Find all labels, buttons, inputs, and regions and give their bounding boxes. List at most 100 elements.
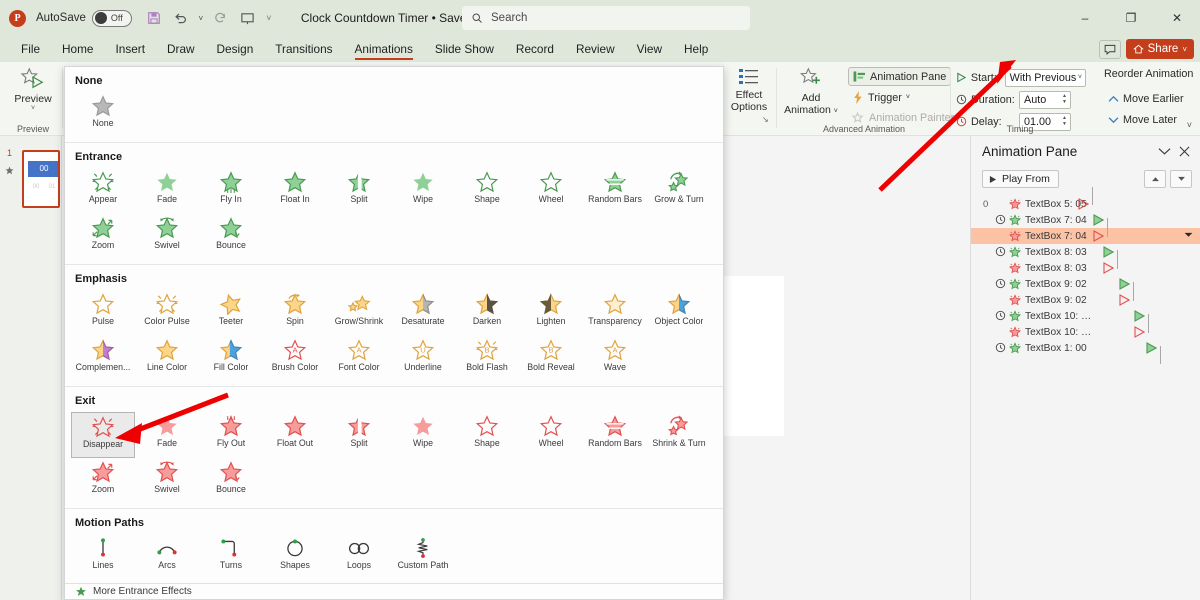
- effect-fly-out[interactable]: Fly Out: [199, 412, 263, 458]
- autosave-toggle[interactable]: Off: [91, 9, 132, 27]
- undo-dropdown-icon[interactable]: ˅: [196, 6, 206, 30]
- effect-none[interactable]: None: [71, 92, 135, 138]
- animation-list-item[interactable]: TextBox 10: …: [971, 308, 1200, 332]
- redo-icon[interactable]: [209, 6, 233, 30]
- add-animation-chevron-down-icon[interactable]: ˅: [834, 108, 838, 115]
- effect-transparency[interactable]: Transparency: [583, 290, 647, 336]
- effect-loops[interactable]: Loops: [327, 534, 391, 580]
- comments-button[interactable]: [1098, 39, 1121, 59]
- animation-list-item[interactable]: TextBox 1: 00: [971, 340, 1200, 364]
- tab-view[interactable]: View: [626, 36, 673, 62]
- trigger-chevron-down-icon[interactable]: ˅: [906, 94, 910, 101]
- effect-wipe[interactable]: Wipe: [391, 168, 455, 214]
- effect-wipe[interactable]: Wipe: [391, 412, 455, 458]
- move-later-button[interactable]: Move Later: [1104, 110, 1181, 129]
- animation-list-item[interactable]: TextBox 8: 03: [971, 251, 1200, 277]
- effect-options-button[interactable]: Effect Options: [726, 62, 772, 113]
- effect-appear[interactable]: Appear: [71, 168, 135, 214]
- animation-list-item[interactable]: 0 TextBox 5: 05: [971, 187, 1200, 213]
- close-icon[interactable]: [1174, 141, 1194, 161]
- effect-swivel[interactable]: Swivel: [135, 458, 199, 504]
- preview-button[interactable]: Preview ˅: [6, 62, 60, 112]
- minimize-button[interactable]: –: [1062, 0, 1108, 36]
- chevron-down-icon[interactable]: [1154, 141, 1174, 161]
- tab-design[interactable]: Design: [206, 36, 265, 62]
- effect-arcs[interactable]: Arcs: [135, 534, 199, 580]
- effect-pulse[interactable]: Pulse: [71, 290, 135, 336]
- effect-complemen[interactable]: Complemen...: [71, 336, 135, 382]
- timeline-duration-marker[interactable]: [1119, 278, 1131, 293]
- preview-chevron-down-icon[interactable]: ˅: [31, 105, 35, 112]
- effect-zoom[interactable]: Zoom: [71, 458, 135, 504]
- animation-list-item[interactable]: TextBox 7: 04: [971, 219, 1200, 245]
- effect-object-color[interactable]: Object Color: [647, 290, 711, 336]
- effect-color-pulse[interactable]: Color Pulse: [135, 290, 199, 336]
- move-down-icon[interactable]: [1170, 170, 1192, 188]
- effect-fade[interactable]: Fade: [135, 168, 199, 214]
- timeline-duration-marker[interactable]: [1134, 326, 1146, 341]
- ribbon-collapse-chevron-icon[interactable]: ˅: [1187, 120, 1192, 130]
- timeline-duration-marker[interactable]: [1119, 294, 1131, 309]
- timeline-duration-marker[interactable]: [1093, 214, 1105, 229]
- tab-home[interactable]: Home: [51, 36, 104, 62]
- effect-random-bars[interactable]: Random Bars: [583, 168, 647, 214]
- effect-desaturate[interactable]: Desaturate: [391, 290, 455, 336]
- close-button[interactable]: ✕: [1154, 0, 1200, 36]
- effect-split[interactable]: Split: [327, 412, 391, 458]
- animation-styles-gallery[interactable]: None None Entrance Appear Fade Fly In Float I…: [64, 66, 724, 600]
- effect-swivel[interactable]: Swivel: [135, 214, 199, 260]
- play-from-button[interactable]: Play From: [982, 170, 1059, 188]
- tab-help[interactable]: Help: [673, 36, 719, 62]
- effect-bounce[interactable]: Bounce: [199, 458, 263, 504]
- more-entrance-effects-item[interactable]: More Entrance Effects: [65, 583, 723, 599]
- tab-record[interactable]: Record: [505, 36, 565, 62]
- search-input[interactable]: Search: [462, 6, 750, 30]
- tab-slide-show[interactable]: Slide Show: [424, 36, 505, 62]
- share-button[interactable]: Share ˅: [1125, 39, 1194, 59]
- customize-qat-icon[interactable]: ˅: [263, 6, 275, 30]
- timeline-duration-marker[interactable]: [1146, 342, 1158, 357]
- timeline-duration-marker[interactable]: [1078, 198, 1090, 213]
- effect-disappear[interactable]: Disappear: [71, 412, 135, 458]
- tab-review[interactable]: Review: [565, 36, 626, 62]
- effect-bounce[interactable]: Bounce: [199, 214, 263, 260]
- tab-animations[interactable]: Animations: [344, 36, 424, 62]
- move-earlier-button[interactable]: Move Earlier: [1104, 89, 1188, 108]
- effect-split[interactable]: Split: [327, 168, 391, 214]
- timeline-duration-marker[interactable]: [1103, 262, 1115, 277]
- animation-list-item[interactable]: TextBox 7: 04: [971, 212, 1200, 236]
- effect-float-in[interactable]: Float In: [263, 168, 327, 214]
- animation-pane-button[interactable]: Animation Pane: [848, 67, 952, 86]
- effect-lighten[interactable]: Lighten: [519, 290, 583, 336]
- duration-input[interactable]: Auto ▲ ▼: [1019, 90, 1071, 109]
- effect-teeter[interactable]: Teeter: [199, 290, 263, 336]
- effect-shape[interactable]: Shape: [455, 168, 519, 214]
- effect-custom-path[interactable]: Custom Path: [391, 534, 455, 580]
- tab-transitions[interactable]: Transitions: [264, 36, 343, 62]
- animation-list-item[interactable]: TextBox 9: 02: [971, 276, 1200, 300]
- slide-surface[interactable]: [722, 276, 784, 436]
- effect-line-color[interactable]: Line Color: [135, 336, 199, 382]
- effect-shrink-turn[interactable]: Shrink & Turn: [647, 412, 711, 458]
- effect-grow-turn[interactable]: Grow & Turn: [647, 168, 711, 214]
- effect-bold-flash[interactable]: B Bold Flash: [455, 336, 519, 382]
- effect-float-out[interactable]: Float Out: [263, 412, 327, 458]
- effect-fade[interactable]: Fade: [135, 412, 199, 458]
- move-up-icon[interactable]: [1144, 170, 1166, 188]
- duration-stepper[interactable]: ▲ ▼: [1062, 94, 1067, 105]
- add-animation-button[interactable]: Add Animation ˅: [784, 62, 838, 118]
- effect-shapes[interactable]: Shapes: [263, 534, 327, 580]
- effect-wheel[interactable]: Wheel: [519, 412, 583, 458]
- animation-item-menu-chevron-down-icon[interactable]: [1184, 232, 1193, 240]
- timeline-duration-marker[interactable]: [1103, 246, 1115, 261]
- effect-underline[interactable]: U Underline: [391, 336, 455, 382]
- start-presentation-icon[interactable]: [236, 6, 260, 30]
- effect-grow-shrink[interactable]: Grow/Shrink: [327, 290, 391, 336]
- timeline-duration-marker[interactable]: [1134, 310, 1146, 325]
- effect-zoom[interactable]: Zoom: [71, 214, 135, 260]
- effect-wheel[interactable]: Wheel: [519, 168, 583, 214]
- timeline-duration-marker[interactable]: [1093, 230, 1105, 245]
- animation-list-item[interactable]: TextBox 9: 02: [971, 283, 1200, 309]
- effect-font-color[interactable]: A Font Color: [327, 336, 391, 382]
- animation-list-item[interactable]: TextBox 8: 03: [971, 244, 1200, 268]
